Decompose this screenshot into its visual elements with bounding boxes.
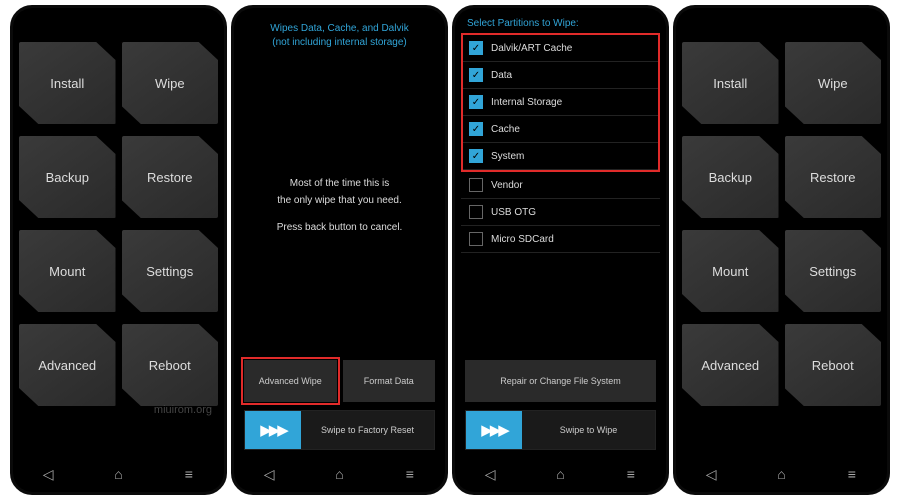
checkbox-checked-icon[interactable]: ✓ [469,41,483,55]
twrp-main-menu: Install Wipe Backup Restore Mount Settin… [682,16,881,406]
wipe-header-line2: (not including internal storage) [248,36,431,50]
phone-4-screen: Install Wipe Backup Restore Mount Settin… [676,8,887,456]
phone-1-screen: Install Wipe Backup Restore Mount Settin… [13,8,224,456]
home-icon[interactable]: ⌂ [332,467,346,481]
back-icon[interactable]: ◁ [483,467,497,481]
phone-2-screen: Wipes Data, Cache, and Dalvik (not inclu… [234,8,445,456]
phone-3: Select Partitions to Wipe: ✓ Dalvik/ART … [452,5,669,495]
partition-checked-group: ✓ Dalvik/ART Cache ✓ Data ✓ Internal Sto… [461,33,660,172]
partition-item-dalvik[interactable]: ✓ Dalvik/ART Cache [461,35,660,62]
backup-button[interactable]: Backup [19,136,116,218]
wipe-button[interactable]: Wipe [122,42,219,124]
phone-1: Install Wipe Backup Restore Mount Settin… [10,5,227,495]
advanced-button[interactable]: Advanced [19,324,116,406]
advanced-button[interactable]: Advanced [682,324,779,406]
settings-button[interactable]: Settings [785,230,882,312]
wipe-info-line3: Press back button to cancel. [250,222,429,233]
restore-button[interactable]: Restore [122,136,219,218]
partition-label: USB OTG [491,207,536,218]
swipe-label: Swipe to Factory Reset [301,425,434,435]
mount-button[interactable]: Mount [682,230,779,312]
wipe-header-line1: Wipes Data, Cache, and Dalvik [248,22,431,36]
partition-label: Cache [491,124,520,135]
checkbox-checked-icon[interactable]: ✓ [469,68,483,82]
home-icon[interactable]: ⌂ [111,467,125,481]
partition-label: Internal Storage [491,97,562,108]
repair-filesystem-button[interactable]: Repair or Change File System [465,360,656,402]
home-icon[interactable]: ⌂ [774,467,788,481]
menu-icon[interactable]: ≡ [403,467,417,481]
backup-button[interactable]: Backup [682,136,779,218]
partition-item-data[interactable]: ✓ Data [461,62,660,89]
partition-item-system[interactable]: ✓ System [461,143,660,170]
wipe-action-row: Advanced Wipe Format Data [240,360,439,402]
partition-item-sdcard[interactable]: Micro SDCard [461,226,660,253]
format-data-button[interactable]: Format Data [343,360,436,402]
checkbox-checked-icon[interactable]: ✓ [469,95,483,109]
phone-row: Install Wipe Backup Restore Mount Settin… [0,0,900,500]
nav-bar: ◁ ⌂ ≡ [13,456,224,492]
partition-label: Data [491,70,512,81]
install-button[interactable]: Install [682,42,779,124]
swipe-to-wipe[interactable]: ▶▶▶ Swipe to Wipe [465,410,656,450]
partition-label: System [491,151,524,162]
wipe-info-line2: the only wipe that you need. [250,195,429,206]
swipe-handle-icon[interactable]: ▶▶▶ [245,411,301,449]
partition-item-internal[interactable]: ✓ Internal Storage [461,89,660,116]
reboot-button[interactable]: Reboot [122,324,219,406]
advanced-wipe-button[interactable]: Advanced Wipe [244,360,337,402]
nav-bar: ◁ ⌂ ≡ [455,456,666,492]
partition-list: ✓ Dalvik/ART Cache ✓ Data ✓ Internal Sto… [461,33,660,253]
checkbox-checked-icon[interactable]: ✓ [469,122,483,136]
swipe-handle-icon[interactable]: ▶▶▶ [466,411,522,449]
checkbox-checked-icon[interactable]: ✓ [469,149,483,163]
settings-button[interactable]: Settings [122,230,219,312]
checkbox-icon[interactable] [469,178,483,192]
menu-icon[interactable]: ≡ [182,467,196,481]
restore-button[interactable]: Restore [785,136,882,218]
watermark: miuirom.org [154,404,212,416]
checkbox-icon[interactable] [469,232,483,246]
phone-4: Install Wipe Backup Restore Mount Settin… [673,5,890,495]
back-icon[interactable]: ◁ [41,467,55,481]
home-icon[interactable]: ⌂ [553,467,567,481]
install-button[interactable]: Install [19,42,116,124]
menu-icon[interactable]: ≡ [845,467,859,481]
phone-2: Wipes Data, Cache, and Dalvik (not inclu… [231,5,448,495]
checkbox-icon[interactable] [469,205,483,219]
back-icon[interactable]: ◁ [704,467,718,481]
partition-item-usbotg[interactable]: USB OTG [461,199,660,226]
nav-bar: ◁ ⌂ ≡ [234,456,445,492]
partition-title: Select Partitions to Wipe: [461,10,660,33]
partition-label: Micro SDCard [491,234,554,245]
wipe-button[interactable]: Wipe [785,42,882,124]
nav-bar: ◁ ⌂ ≡ [676,456,887,492]
twrp-main-menu: Install Wipe Backup Restore Mount Settin… [19,16,218,406]
reboot-button[interactable]: Reboot [785,324,882,406]
partition-item-cache[interactable]: ✓ Cache [461,116,660,143]
partition-label: Vendor [491,180,523,191]
partition-label: Dalvik/ART Cache [491,43,572,54]
wipe-header: Wipes Data, Cache, and Dalvik (not inclu… [240,12,439,50]
wipe-info-line1: Most of the time this is [250,178,429,189]
menu-icon[interactable]: ≡ [624,467,638,481]
mount-button[interactable]: Mount [19,230,116,312]
back-icon[interactable]: ◁ [262,467,276,481]
partition-item-vendor[interactable]: Vendor [461,172,660,199]
swipe-factory-reset[interactable]: ▶▶▶ Swipe to Factory Reset [244,410,435,450]
swipe-label: Swipe to Wipe [522,425,655,435]
phone-3-screen: Select Partitions to Wipe: ✓ Dalvik/ART … [455,8,666,456]
wipe-info: Most of the time this is the only wipe t… [240,50,439,360]
